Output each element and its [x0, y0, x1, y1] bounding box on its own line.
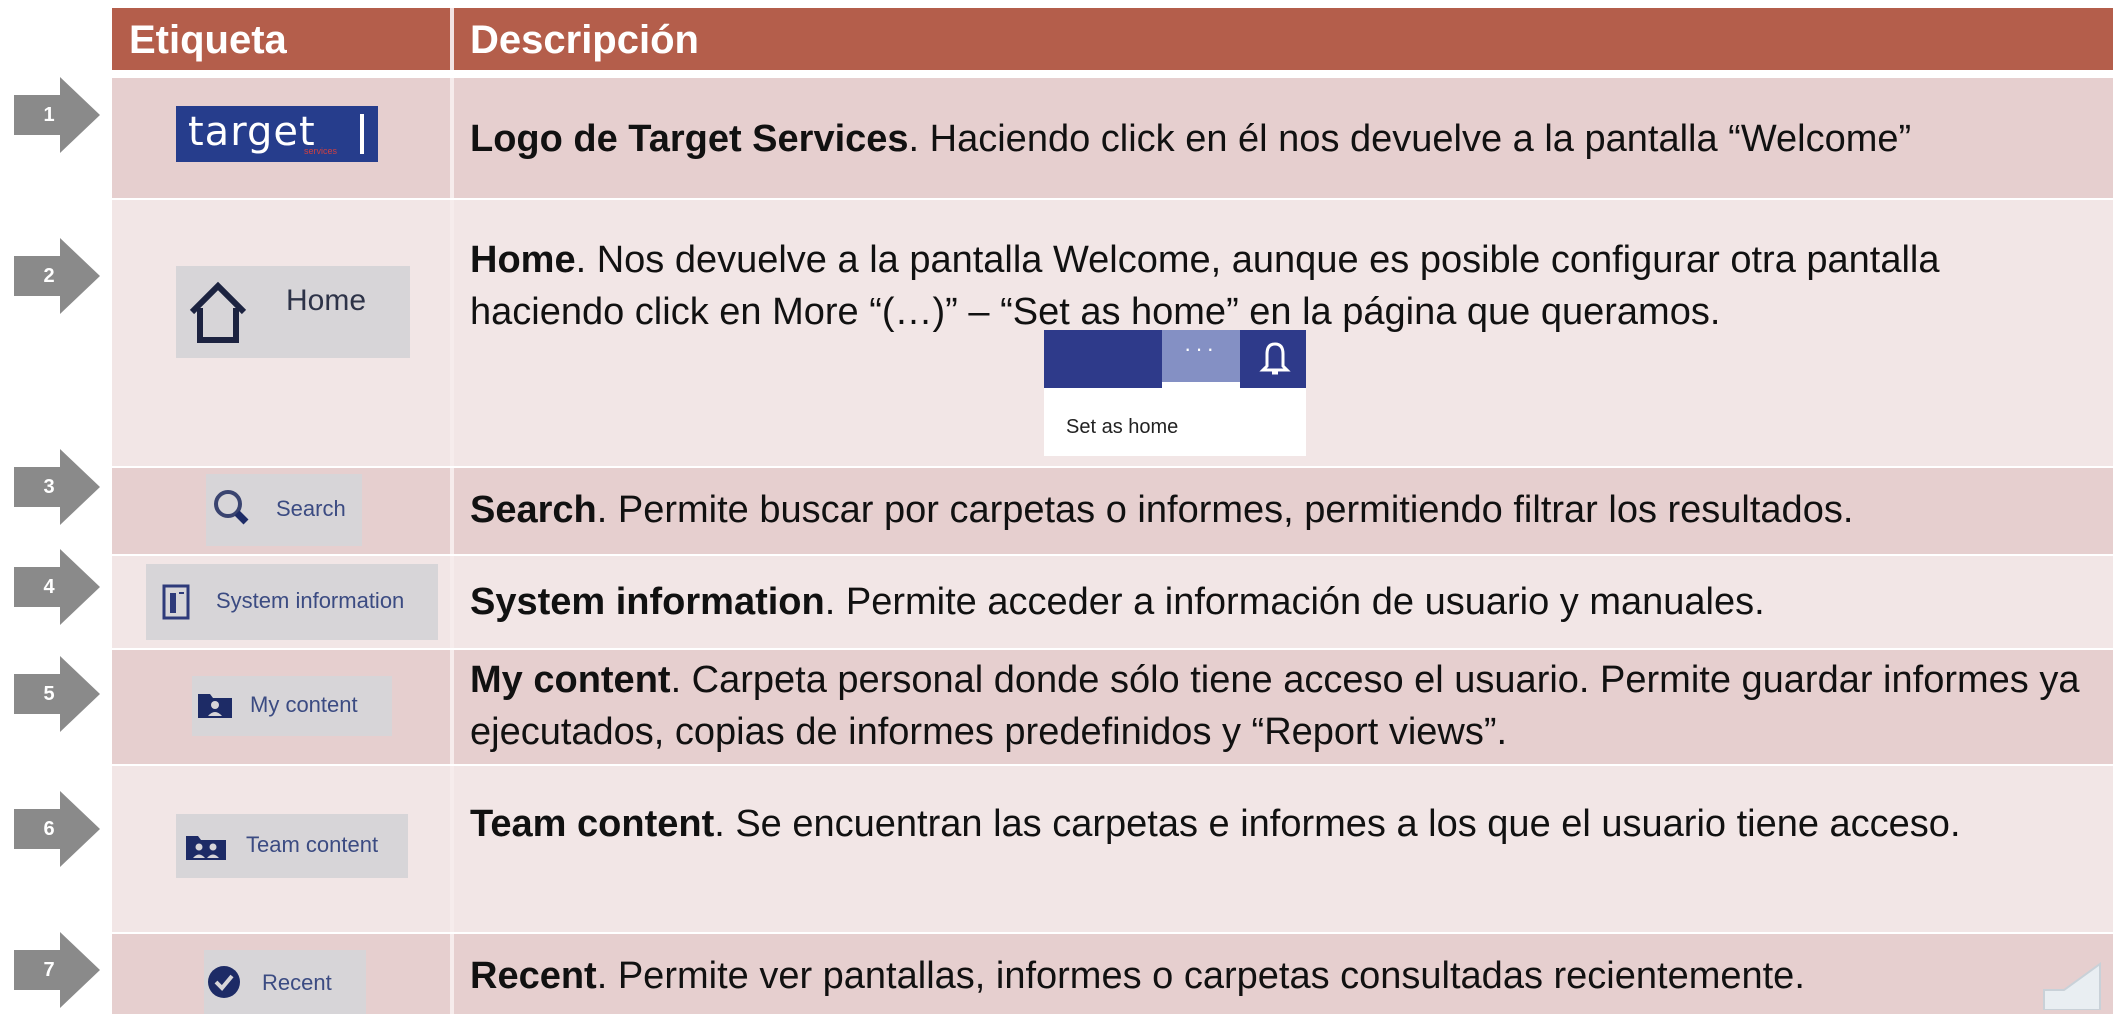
- row-number: 5: [43, 683, 55, 705]
- row-description: Logo de Target Services. Haciendo click …: [470, 118, 1912, 160]
- header-label-column: Etiqueta: [129, 18, 287, 62]
- table-row-recent: Recent Recent. Permite ver pantallas, in…: [112, 934, 2113, 1014]
- more-dots-icon: ···: [1184, 336, 1218, 361]
- table-row-logo: target services Logo de Target Services.…: [112, 78, 2113, 198]
- row-description: Home. Nos devuelve a la pantalla Welcome…: [470, 239, 1940, 333]
- user-folder-icon: [198, 694, 232, 718]
- table-row-team-content: Team content Team content. Se encuentran…: [112, 766, 2113, 932]
- row-description: Search. Permite buscar por carpetas o in…: [470, 489, 1854, 531]
- row-description: System information. Permite acceder a in…: [470, 581, 1765, 623]
- row-number-marker: 5: [14, 656, 100, 732]
- house-icon: [189, 281, 247, 343]
- row-number: 6: [43, 818, 55, 840]
- row-number-marker: 4: [14, 549, 100, 625]
- row-number: 3: [43, 476, 55, 498]
- bell-icon: [1259, 342, 1291, 375]
- set-as-home-menu-preview: ··· Set as home: [1044, 330, 1306, 456]
- row-number: 2: [43, 265, 55, 287]
- row-number-marker: 6: [14, 791, 100, 867]
- magnifier-icon: [214, 490, 249, 525]
- table-header: Etiqueta Descripción: [112, 8, 2113, 70]
- search-thumbnail: Search: [206, 474, 362, 546]
- row-description: Team content. Se encuentran las carpetas…: [470, 803, 1961, 845]
- row-number-marker: 1: [14, 77, 100, 153]
- row-number-marker: 2: [14, 238, 100, 314]
- target-services-logo: target services: [176, 106, 378, 162]
- row-number: 1: [43, 104, 55, 126]
- table-row-my-content: My content My content. Carpeta personal …: [112, 650, 2113, 764]
- recent-thumbnail: Recent: [204, 950, 366, 1014]
- home-thumbnail: Home: [176, 266, 410, 358]
- row-description: Recent. Permite ver pantallas, informes …: [470, 955, 1805, 997]
- row-description: My content. Carpeta personal donde sólo …: [470, 659, 2080, 753]
- row-number: 7: [43, 959, 55, 981]
- my-content-thumbnail: My content: [192, 676, 392, 736]
- table-row-system-information: System information System information. P…: [112, 556, 2113, 648]
- header-description-column: Descripción: [470, 18, 699, 62]
- document-icon: [162, 584, 190, 620]
- clock-check-icon: [208, 966, 240, 998]
- row-number-marker: 7: [14, 932, 100, 1008]
- row-number: 4: [43, 576, 55, 598]
- team-folder-icon: [186, 836, 226, 860]
- speaker-icon: [2043, 962, 2101, 1010]
- row-number-marker: 3: [14, 449, 100, 525]
- set-as-home-item: Set as home: [1066, 416, 1179, 438]
- team-content-thumbnail: Team content: [176, 814, 408, 878]
- system-information-thumbnail: System information: [146, 564, 438, 640]
- table-row-search: Search Search. Permite buscar por carpet…: [112, 468, 2113, 554]
